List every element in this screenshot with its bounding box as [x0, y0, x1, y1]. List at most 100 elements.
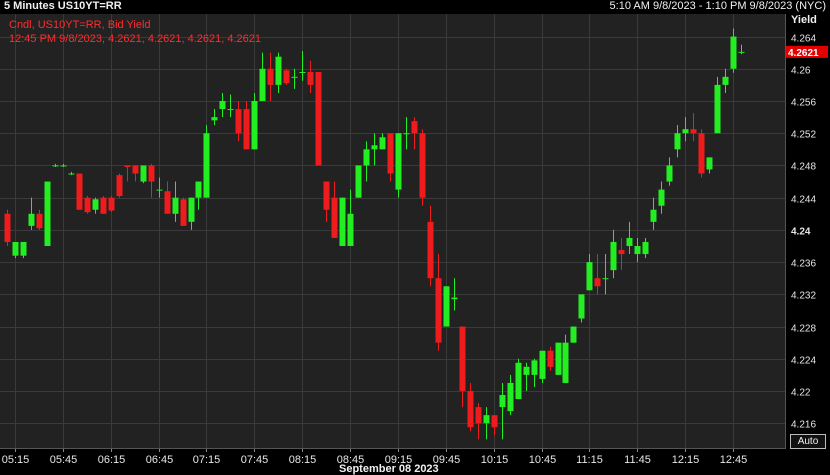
candle-body-up [12, 241, 19, 256]
candle-body-down [315, 72, 322, 166]
candle-body-down [148, 165, 155, 182]
candle-body-up [68, 173, 75, 175]
y-tick-label: 4.22 [791, 388, 811, 399]
candle-body-up [738, 51, 745, 53]
candle-body-up [451, 297, 458, 300]
candle-body-up [730, 36, 737, 69]
candle-body-up [706, 157, 713, 170]
x-axis-title: September 08 2023 [339, 463, 439, 475]
candle-body-down [100, 197, 107, 214]
candle-body-up [275, 56, 282, 85]
candle-body-up [507, 382, 514, 412]
candle-body-up [363, 149, 370, 166]
candle-body-down [419, 133, 426, 198]
candle-body-down [411, 121, 418, 134]
candle-body-up [219, 101, 226, 110]
y-tick-label: 4.264 [791, 34, 816, 45]
last-price-label: 4.2621 [788, 48, 819, 59]
candle-body-up [666, 165, 673, 182]
candle-body-up [555, 342, 562, 375]
candle-body-up [291, 76, 298, 78]
x-tick-label: 08:15 [289, 454, 317, 466]
candle-body-up [195, 181, 202, 198]
x-tick-label: 11:15 [576, 454, 603, 466]
candle-body-down [124, 165, 131, 168]
candle-body-down [235, 109, 242, 134]
candle-body-down [307, 72, 314, 85]
candle-body-down [594, 278, 601, 287]
legend-values: 12:45 PM 9/8/2023, 4.2621, 4.2621, 4.262… [9, 33, 261, 45]
candle-body-up [722, 76, 729, 85]
candle-body-up [539, 350, 546, 379]
candle-body-down [4, 213, 11, 242]
y-tick-label: 4.224 [791, 356, 816, 367]
legend: Cndl, US10YT=RR, Bid Yield 12:45 PM 9/8/… [9, 18, 261, 46]
candle-body-up [251, 101, 258, 150]
x-tick-label: 11:45 [624, 454, 651, 466]
candle-body-up [211, 117, 218, 121]
candle-body-up [578, 294, 585, 319]
candle-body-up [586, 262, 593, 291]
candle-body-up [52, 165, 59, 167]
candle-body-up [658, 189, 665, 206]
candle-body-down [459, 326, 466, 391]
y-tick-label: 4.244 [791, 195, 816, 206]
candle-body-down [467, 391, 474, 428]
x-tick-label: 06:45 [146, 454, 174, 466]
x-tick-label: 06:15 [98, 454, 126, 466]
auto-scale-button[interactable]: Auto [790, 434, 826, 449]
candle-body-up [395, 133, 402, 190]
candle-body-up [403, 133, 410, 135]
candle-body-down [132, 165, 139, 174]
y-tick-label: 4.232 [791, 291, 816, 302]
x-tick-label: 10:45 [529, 454, 557, 466]
y-tick-label: 4.252 [791, 130, 816, 141]
candlestick-chart: 4.216 4.22 4.224 4.228 4.232 4.236 4.24 4.244 4.… [0, 14, 828, 466]
x-tick-label: 07:15 [193, 454, 221, 466]
candle-body-down [323, 181, 330, 210]
candle-body-down [618, 250, 625, 255]
candle-body-down [690, 129, 697, 134]
x-tick-label: 12:15 [672, 454, 700, 466]
y-tick-label: 4.236 [791, 259, 816, 270]
candle-body-down [435, 278, 442, 343]
candle-body-down [267, 68, 274, 85]
candle-body-down [387, 133, 394, 174]
candle-body-up [650, 209, 657, 222]
candle-body-up [203, 133, 210, 198]
candle-body-up [44, 181, 51, 246]
candle-body-up [92, 199, 99, 210]
candle-body-up [140, 165, 147, 182]
candle-body-up [523, 366, 530, 375]
candle-body-up [156, 189, 163, 191]
candle-body-up [347, 213, 354, 246]
x-tick-label: 10:15 [481, 454, 509, 466]
candle-body-up [602, 278, 609, 280]
candle-body-up [188, 197, 195, 222]
x-tick-label: 12:45 [720, 454, 748, 466]
candle-body-up [299, 72, 306, 73]
legend-series: Cndl, US10YT=RR, Bid Yield [9, 19, 151, 31]
candle-body-up [674, 133, 681, 150]
candle-body-down [475, 407, 482, 424]
candle-body-up [172, 197, 179, 214]
candle-body-up [515, 362, 522, 400]
candle-body-down [84, 197, 91, 213]
candle-body-up [355, 165, 362, 198]
candle-body-up [634, 246, 641, 255]
candle-body-up [443, 286, 450, 327]
candle-body-down [108, 197, 115, 211]
candle-body-up [570, 326, 577, 343]
candle-body-down [164, 191, 171, 214]
candle-body-up [562, 342, 569, 383]
candle-body-up [28, 213, 35, 226]
candle-body-down [698, 133, 705, 174]
candle-body-up [682, 129, 689, 134]
candle-body-up [642, 241, 649, 255]
y-tick-label: 4.216 [791, 420, 816, 431]
candle-body-up [379, 137, 386, 150]
candle-body-down [331, 197, 338, 238]
candle-body-up [371, 145, 378, 150]
candle-body-up [499, 395, 506, 408]
candle-body-down [283, 70, 290, 84]
